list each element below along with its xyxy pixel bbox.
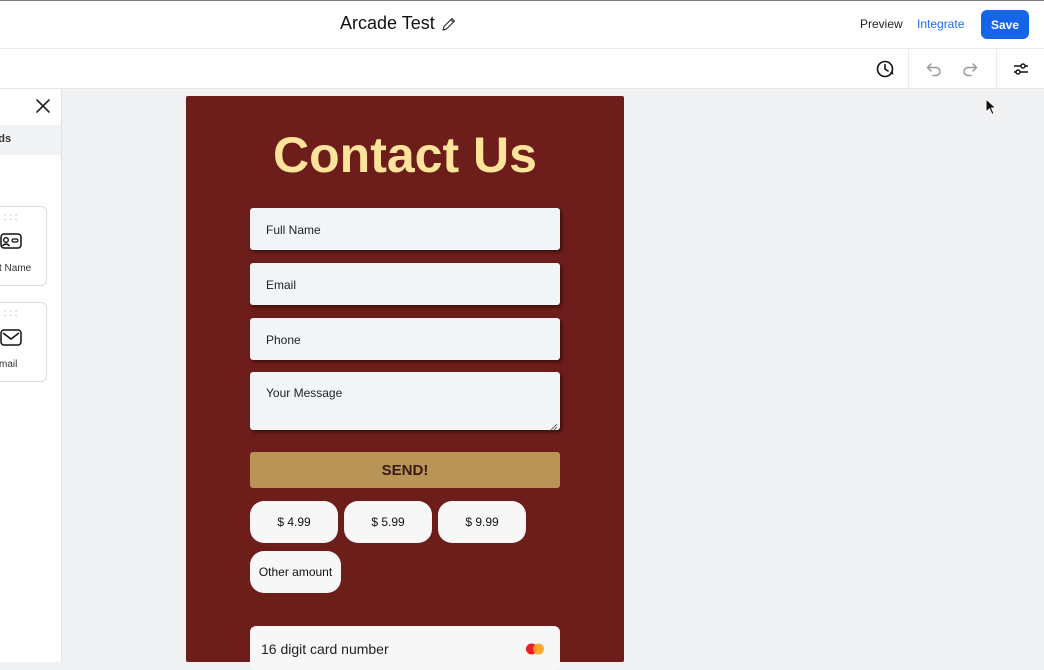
save-button[interactable]: Save [981,10,1029,39]
history-icon[interactable] [871,55,899,83]
envelope-icon [0,327,23,352]
tab-fields[interactable]: ields [0,125,61,155]
drag-handle-icon[interactable]: : : : : [0,309,17,319]
title-area: Arcade Test [340,13,457,34]
preview-link[interactable]: Preview [860,17,903,31]
fields-sidebar: ields : : : : t Name : : : : mail [0,89,62,662]
card-number-input[interactable]: 16 digit card number [250,626,560,670]
settings-sliders-icon[interactable] [1007,55,1035,83]
top-bar: Arcade Test Preview Integrate Save [0,0,1044,49]
mouse-cursor-icon [985,97,998,116]
pencil-icon[interactable] [441,16,457,32]
contact-form: Contact Us Full Name Email Phone Your Me… [186,96,624,670]
field-card-label: mail [0,359,18,370]
amount-option-4-99[interactable]: $ 4.99 [250,501,338,543]
field-card-name[interactable]: : : : : t Name [0,206,47,286]
toolbar-divider [996,49,997,89]
full-name-input[interactable]: Full Name [250,208,560,250]
amount-option-9-99[interactable]: $ 9.99 [438,501,526,543]
field-card-label: t Name [0,263,32,274]
toolbar-divider [908,49,909,89]
name-field-icon [0,231,23,256]
editor-toolbar [0,49,1044,89]
close-icon[interactable] [34,97,52,115]
redo-icon[interactable] [956,55,984,83]
integrate-link[interactable]: Integrate [917,17,964,31]
message-placeholder: Your Message [266,386,343,400]
form-heading: Contact Us [273,127,537,183]
tab-fields-label: ields [0,133,12,145]
amount-option-5-99[interactable]: $ 5.99 [344,501,432,543]
card-number-placeholder: 16 digit card number [261,641,389,657]
phone-input[interactable]: Phone [250,318,560,360]
page-title: Arcade Test [340,13,435,33]
send-button[interactable]: SEND! [250,452,560,488]
drag-handle-icon[interactable]: : : : : [0,213,17,223]
mastercard-icon [525,642,545,655]
email-input[interactable]: Email [250,263,560,305]
resize-handle-icon[interactable] [550,420,558,431]
undo-icon[interactable] [920,55,948,83]
message-textarea[interactable]: Your Message [250,372,560,431]
field-card-email[interactable]: : : : : mail [0,302,47,382]
amount-option-other[interactable]: Other amount [250,551,341,593]
